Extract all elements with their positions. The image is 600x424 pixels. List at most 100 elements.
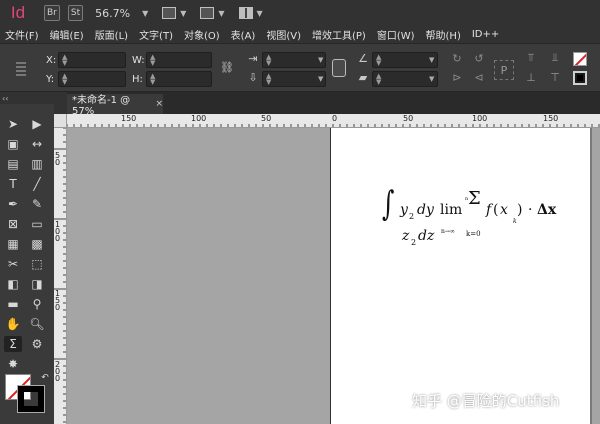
screen-mode-dropdown-icon[interactable]: ▼ — [218, 9, 224, 18]
selection-tool-icon[interactable]: ➤ — [4, 116, 22, 132]
line-tool-icon[interactable]: ╱ — [28, 176, 46, 192]
screen-mode-icon[interactable] — [200, 7, 215, 19]
type-tool-icon[interactable]: T — [4, 176, 22, 192]
distribute-top-icon[interactable]: ⊥ — [524, 70, 538, 84]
rectangle-tool-icon[interactable]: ▭ — [28, 216, 46, 232]
menu-idplusplus[interactable]: ID++ — [472, 29, 499, 40]
content-placer-icon[interactable]: ▥ — [28, 156, 46, 172]
note-tool-icon[interactable]: ▬ — [4, 296, 22, 312]
close-tab-icon[interactable]: × — [155, 99, 163, 109]
align-center-icon[interactable]: ⫫ — [548, 51, 562, 65]
eq-dot: · — [528, 202, 533, 218]
ruler-left-label: 100 — [55, 220, 61, 243]
rotate-dropdown-icon[interactable]: ▼ — [429, 56, 437, 64]
table-tool-icon[interactable]: ▦ — [4, 236, 22, 252]
view-options-icon[interactable] — [162, 7, 177, 19]
title-bar: Id Br St 56.7% ▼ ▼ ▼ ▼ — [0, 0, 600, 26]
x-field[interactable]: ▲ ▼ — [58, 52, 126, 68]
eq-sum-subscript: k=0 — [466, 230, 481, 238]
menu-view[interactable]: 视图(V) — [266, 27, 301, 42]
stroke-black-swatch[interactable] — [573, 71, 587, 85]
scale-x-dropdown-icon[interactable]: ▼ — [318, 56, 326, 64]
horizontal-ruler[interactable]: 150 100 50 0 50 100 150 — [67, 114, 600, 128]
menu-window[interactable]: 窗口(W) — [377, 27, 415, 42]
grid-tool-icon[interactable]: ▩ — [28, 236, 46, 252]
collapse-panel-icon[interactable]: ‹‹ — [2, 94, 8, 103]
link-scale-icon[interactable] — [332, 59, 346, 77]
gradient-swatch-tool-icon[interactable]: ◧ — [4, 276, 22, 292]
ruler-top-label: 100 — [191, 114, 207, 123]
gap-tool-icon[interactable]: ↔ — [28, 136, 46, 152]
x-label: X: — [46, 55, 57, 66]
flip-indicator-icon: P — [494, 60, 514, 80]
scissors-tool-icon[interactable]: ✂ — [4, 256, 22, 272]
sigma-formula-tool-icon[interactable]: Σ — [4, 336, 22, 352]
formula-edit-tool-icon[interactable]: ⚙ — [28, 336, 46, 352]
flip-horizontal-icon[interactable]: ⊳ — [450, 70, 464, 84]
eq-dz: dz — [418, 228, 435, 244]
hand-tool-icon[interactable]: ✋ — [4, 316, 22, 332]
ruler-top-label: 50 — [403, 114, 414, 123]
ruler-left-label: 50 — [55, 151, 61, 167]
menu-object[interactable]: 对象(O) — [184, 27, 220, 42]
eq-lim: lim — [440, 202, 463, 218]
eq-delta-x: Δx — [537, 202, 557, 218]
page-tool-icon[interactable]: ▣ — [4, 136, 22, 152]
w-label: W: — [132, 55, 145, 66]
document-page[interactable] — [330, 128, 590, 424]
distribute-center-icon[interactable]: ⊤ — [548, 70, 562, 84]
y-field[interactable]: ▲ ▼ — [58, 71, 126, 87]
align-top-icon[interactable]: ⫪ — [524, 51, 538, 65]
menu-file[interactable]: 文件(F) — [5, 27, 39, 42]
stroke-color-swatch[interactable] — [17, 385, 45, 413]
shear-dropdown-icon[interactable]: ▼ — [429, 75, 437, 83]
pen-tool-icon[interactable]: ✒ — [4, 196, 22, 212]
sparkle-tool-icon[interactable]: ✸ — [4, 356, 22, 372]
scale-y-dropdown-icon[interactable]: ▼ — [318, 75, 326, 83]
eq-sum-sign: Σ — [468, 188, 481, 209]
arrange-documents-dropdown-icon[interactable]: ▼ — [257, 9, 263, 18]
document-tab[interactable]: *未命名-1 @ 57% × — [67, 94, 163, 117]
rotate-90-ccw-icon[interactable]: ↺ — [472, 51, 486, 65]
menu-layout[interactable]: 版面(L) — [95, 27, 128, 42]
zoom-dropdown-icon[interactable]: ▼ — [142, 9, 148, 18]
ruler-top-label: 50 — [261, 114, 272, 123]
rotate-icon: ∠ — [358, 51, 368, 65]
menu-edit[interactable]: 编辑(E) — [50, 27, 84, 42]
arrange-documents-icon[interactable] — [238, 7, 253, 19]
direct-selection-tool-icon[interactable]: ▶ — [28, 116, 46, 132]
eq-z2: z — [402, 228, 410, 244]
h-field[interactable]: ▲ ▼ — [146, 71, 212, 87]
ruler-left-label: 150 — [55, 289, 61, 312]
gradient-feather-tool-icon[interactable]: ◨ — [28, 276, 46, 292]
watermark: 知乎 @冒险的Cutfish — [412, 392, 560, 410]
fill-none-swatch[interactable] — [573, 52, 587, 66]
eyedropper-tool-icon[interactable]: ⚲ — [28, 296, 46, 312]
flip-vertical-icon[interactable]: ⊲ — [472, 70, 486, 84]
menu-help[interactable]: 帮助(H) — [426, 27, 461, 42]
w-field[interactable]: ▲ ▼ — [146, 52, 212, 68]
scale-y-icon: ⇩ — [248, 70, 258, 84]
shear-icon: ▰ — [358, 70, 368, 84]
swap-fill-stroke-icon[interactable]: ↶ — [36, 370, 54, 386]
free-transform-tool-icon[interactable]: ⬚ — [28, 256, 46, 272]
ruler-origin[interactable] — [54, 114, 67, 128]
scale-y-field[interactable]: ▲ ▼ — [262, 71, 326, 87]
pencil-tool-icon[interactable]: ✎ — [28, 196, 46, 212]
stock-button[interactable]: St — [67, 5, 84, 21]
scale-x-field[interactable]: ▲ ▼ — [262, 52, 326, 68]
menu-type[interactable]: 文字(T) — [139, 27, 173, 42]
menu-table[interactable]: 表(A) — [231, 27, 256, 42]
reference-point-icon[interactable] — [16, 60, 26, 76]
bridge-button[interactable]: Br — [44, 5, 60, 21]
menu-plugins[interactable]: 增效工具(P) — [312, 27, 366, 42]
zoom-tool-icon[interactable]: 🔍︎ — [28, 316, 46, 332]
vertical-ruler[interactable]: 50 100 150 200 — [54, 128, 67, 424]
eq-lim-subscript: n→∞ — [441, 228, 455, 235]
zoom-level[interactable]: 56.7% — [95, 7, 130, 20]
rectangle-frame-tool-icon[interactable]: ⊠ — [4, 216, 22, 232]
constrain-proportions-icon[interactable]: ⛓ — [220, 60, 234, 74]
rotate-90-cw-icon[interactable]: ↻ — [450, 51, 464, 65]
content-collector-icon[interactable]: ▤ — [4, 156, 22, 172]
view-options-dropdown-icon[interactable]: ▼ — [180, 9, 186, 18]
